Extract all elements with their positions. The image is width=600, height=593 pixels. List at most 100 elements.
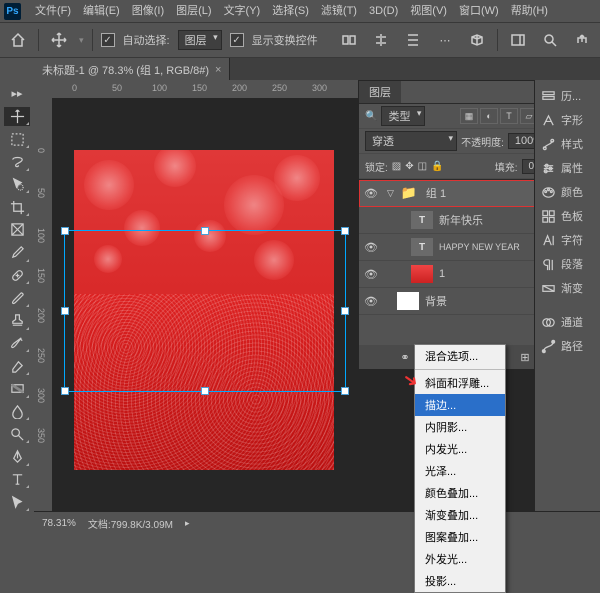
layer-name[interactable]: 新年快乐 xyxy=(439,212,483,228)
doc-size[interactable]: 文档:799.8K/3.09M xyxy=(88,516,173,531)
rail-paths[interactable]: 路径 xyxy=(535,334,600,358)
dropdown-icon[interactable]: ▾ xyxy=(79,35,84,46)
menu-item-color-overlay[interactable]: 颜色叠加... xyxy=(415,482,505,504)
menu-item-pattern-overlay[interactable]: 图案叠加... xyxy=(415,526,505,548)
align-icon[interactable] xyxy=(337,28,361,52)
type-tool[interactable] xyxy=(4,470,30,490)
filter-pixel-icon[interactable]: ▦ xyxy=(460,108,478,124)
menu-item-inner-shadow[interactable]: 内阴影... xyxy=(415,416,505,438)
menu-select[interactable]: 选择(S) xyxy=(266,0,315,22)
show-transform-checkbox[interactable] xyxy=(230,33,244,47)
auto-select-checkbox[interactable] xyxy=(101,33,115,47)
stamp-tool[interactable] xyxy=(4,311,30,331)
close-tab-icon[interactable]: × xyxy=(215,64,221,76)
lock-all-icon[interactable]: 🔒 xyxy=(431,161,443,172)
auto-select-target-dropdown[interactable]: 图层 xyxy=(178,30,222,50)
layers-tab[interactable]: 图层 xyxy=(359,81,401,103)
frame-tool[interactable] xyxy=(4,220,30,240)
options-bar: ▾ 自动选择: 图层 显示变换控件 ⋯ xyxy=(0,22,600,58)
rail-swatches[interactable]: 色板 xyxy=(535,204,600,228)
pen-tool[interactable] xyxy=(4,447,30,467)
zoom-level[interactable]: 78.31% xyxy=(42,518,76,529)
menu-item-satin[interactable]: 光泽... xyxy=(415,460,505,482)
rail-glyphs[interactable]: 字形 xyxy=(535,108,600,132)
menu-type[interactable]: 文字(Y) xyxy=(218,0,267,22)
distribute-icon[interactable] xyxy=(401,28,425,52)
layer-name[interactable]: HAPPY NEW YEAR xyxy=(439,242,520,252)
menu-item-blending[interactable]: 混合选项... xyxy=(415,345,505,367)
menu-window[interactable]: 窗口(W) xyxy=(453,0,505,22)
rail-character[interactable]: 字符 xyxy=(535,228,600,252)
visibility-icon[interactable]: 👁 xyxy=(359,268,383,281)
rail-properties[interactable]: 属性 xyxy=(535,156,600,180)
lock-artboard-icon[interactable]: ◫ xyxy=(418,161,427,172)
menu-help[interactable]: 帮助(H) xyxy=(505,0,554,22)
menu-view[interactable]: 视图(V) xyxy=(404,0,453,22)
menu-item-gradient-overlay[interactable]: 渐变叠加... xyxy=(415,504,505,526)
quick-select-tool[interactable] xyxy=(4,175,30,195)
disclosure-icon[interactable]: ▽ xyxy=(387,188,394,199)
lock-label: 锁定: xyxy=(365,159,388,174)
status-dropdown-icon[interactable]: ▸ xyxy=(185,518,190,529)
expand-toolbar-icon[interactable]: ▸▸ xyxy=(4,84,30,104)
eraser-tool[interactable] xyxy=(4,356,30,376)
visibility-icon[interactable]: 👁 xyxy=(359,241,383,254)
fill-label: 填充: xyxy=(495,159,518,174)
blend-mode-dropdown[interactable]: 穿透 xyxy=(365,131,457,151)
dodge-tool[interactable] xyxy=(4,424,30,444)
document-tab[interactable]: 未标题-1 @ 78.3% (组 1, RGB/8#) × xyxy=(34,58,230,82)
menu-item-drop-shadow[interactable]: 投影... xyxy=(415,570,505,592)
filter-type-icon[interactable]: T xyxy=(500,108,518,124)
move-tool-icon[interactable] xyxy=(47,28,71,52)
filter-kind-dropdown[interactable]: 类型 xyxy=(381,106,425,126)
healing-tool[interactable] xyxy=(4,266,30,286)
path-select-tool[interactable] xyxy=(4,492,30,512)
move-tool[interactable] xyxy=(4,107,30,127)
lock-position-icon[interactable]: ✥ xyxy=(405,161,413,172)
blur-tool[interactable] xyxy=(4,402,30,422)
share-icon[interactable] xyxy=(570,28,594,52)
menu-layer[interactable]: 图层(L) xyxy=(170,0,217,22)
menu-item-inner-glow[interactable]: 内发光... xyxy=(415,438,505,460)
rail-paragraph[interactable]: 段落 xyxy=(535,252,600,276)
menu-item-outer-glow[interactable]: 外发光... xyxy=(415,548,505,570)
rail-history[interactable]: 历... xyxy=(535,84,600,108)
menu-file[interactable]: 文件(F) xyxy=(29,0,77,22)
menu-item-bevel[interactable]: 斜面和浮雕... xyxy=(415,372,505,394)
transform-box[interactable] xyxy=(64,230,346,392)
menu-3d[interactable]: 3D(D) xyxy=(363,0,404,22)
menu-edit[interactable]: 编辑(E) xyxy=(77,0,126,22)
gradient-tool[interactable] xyxy=(4,379,30,399)
link-layers-icon[interactable]: ⚭ xyxy=(396,351,414,364)
rail-color[interactable]: 颜色 xyxy=(535,180,600,204)
separator xyxy=(497,29,498,51)
menu-filter[interactable]: 滤镜(T) xyxy=(315,0,363,22)
rail-gradients[interactable]: 渐变 xyxy=(535,276,600,300)
eyedropper-tool[interactable] xyxy=(4,243,30,263)
visibility-icon[interactable]: 👁 xyxy=(359,187,383,200)
history-brush-tool[interactable] xyxy=(4,334,30,354)
rail-channels[interactable]: 通道 xyxy=(535,310,600,334)
lock-pixels-icon[interactable]: ▨ xyxy=(392,161,401,172)
layer-name[interactable]: 组 1 xyxy=(426,185,446,201)
rail-styles[interactable]: 样式 xyxy=(535,132,600,156)
new-layer-icon[interactable]: ⊞ xyxy=(516,351,534,364)
menu-image[interactable]: 图像(I) xyxy=(126,0,170,22)
visibility-icon[interactable]: 👁 xyxy=(359,295,383,308)
more-icon[interactable]: ⋯ xyxy=(433,28,457,52)
layer-name[interactable]: 1 xyxy=(439,268,445,280)
brush-tool[interactable] xyxy=(4,288,30,308)
3d-mode-icon[interactable] xyxy=(465,28,489,52)
separator xyxy=(415,369,505,370)
workspace-icon[interactable] xyxy=(506,28,530,52)
app-logo: Ps xyxy=(4,3,21,20)
home-icon[interactable] xyxy=(6,28,30,52)
crop-tool[interactable] xyxy=(4,197,30,217)
menu-item-stroke[interactable]: 描边... xyxy=(415,394,505,416)
lasso-tool[interactable] xyxy=(4,152,30,172)
marquee-tool[interactable] xyxy=(4,129,30,149)
search-icon[interactable] xyxy=(538,28,562,52)
align-icon[interactable] xyxy=(369,28,393,52)
filter-adjust-icon[interactable]: ◐ xyxy=(480,108,498,124)
layer-name[interactable]: 背景 xyxy=(425,293,447,309)
